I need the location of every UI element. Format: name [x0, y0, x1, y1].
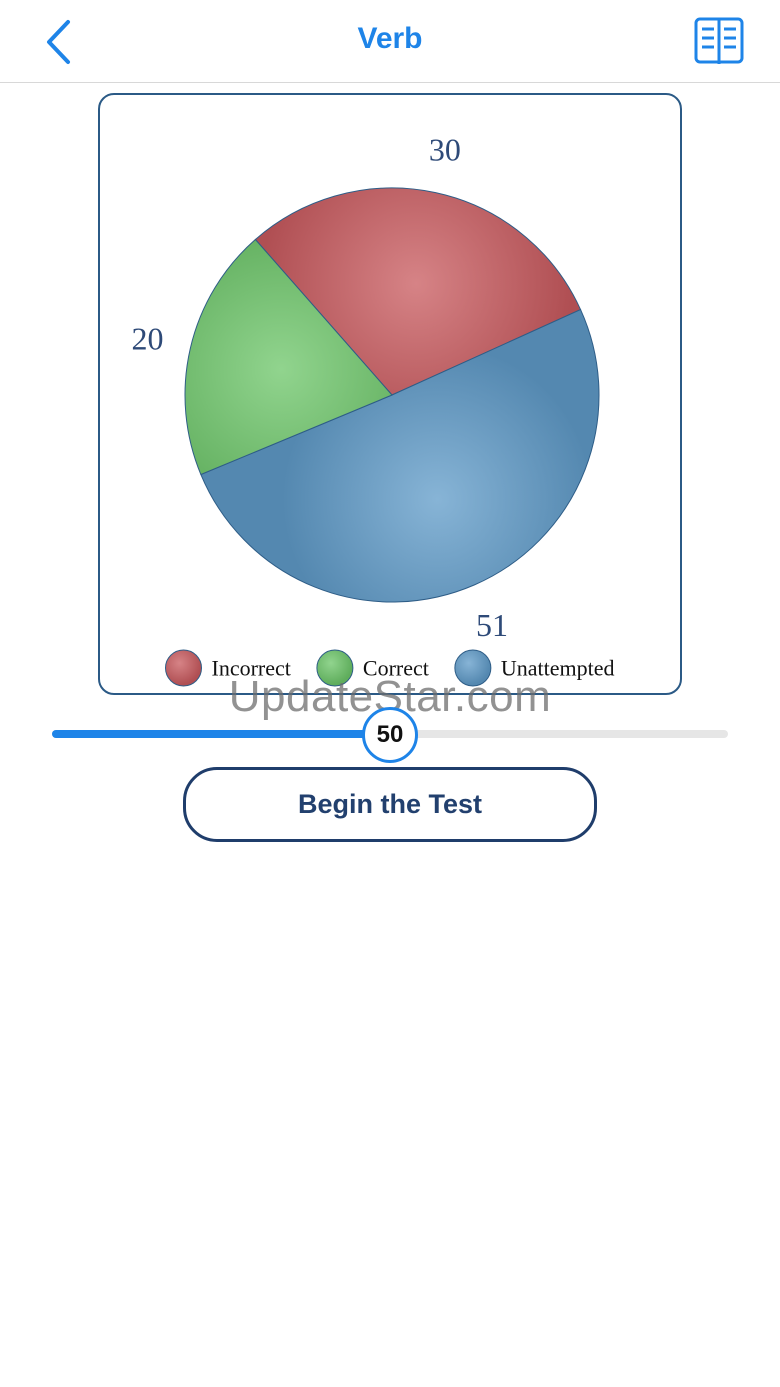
- question-count-slider[interactable]: 50: [52, 707, 728, 763]
- slider-fill: [52, 730, 390, 738]
- legend-swatch-incorrect: [165, 649, 202, 687]
- score-pie-chart: 30 51 20 Incorrect Correct Unattempted: [131, 132, 615, 687]
- legend-swatch-unattempted: [454, 649, 492, 687]
- legend-label-correct: Correct: [363, 656, 429, 681]
- legend-label-unattempted: Unattempted: [501, 656, 615, 681]
- pie-value-label-correct: 20: [131, 320, 163, 356]
- legend-label-incorrect: Incorrect: [212, 656, 291, 681]
- open-book-icon: [694, 17, 744, 64]
- score-chart-card: 30 51 20 Incorrect Correct Unattempted: [98, 93, 682, 695]
- open-book-button[interactable]: [690, 14, 748, 70]
- pie-value-label-incorrect: 30: [429, 132, 461, 168]
- pie-value-label-unattempted: 51: [476, 607, 508, 643]
- page-title: Verb: [357, 22, 423, 55]
- begin-test-button[interactable]: Begin the Test: [183, 767, 597, 842]
- navigation-bar: Verb: [0, 0, 780, 83]
- legend-swatch-correct: [316, 649, 354, 687]
- slider-thumb[interactable]: 50: [362, 707, 418, 763]
